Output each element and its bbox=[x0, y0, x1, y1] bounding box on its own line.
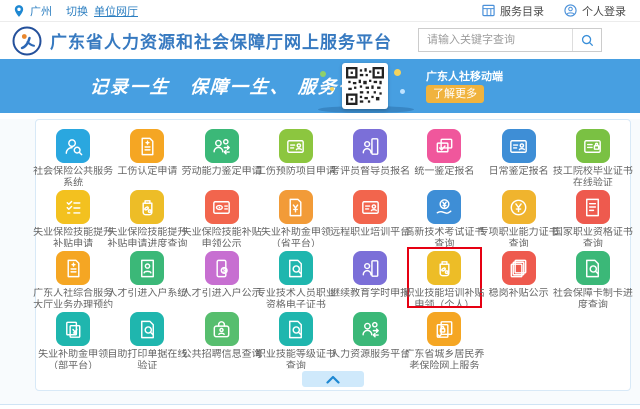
photos-check-icon bbox=[427, 129, 461, 163]
qr-code bbox=[342, 63, 388, 109]
site-header: 广东省人力资源和社会保障厅网上服务平台 bbox=[0, 22, 640, 59]
switch-city-link[interactable]: 切换 bbox=[66, 3, 88, 19]
doc-search-icon bbox=[576, 251, 610, 285]
jar-pills-icon bbox=[427, 251, 461, 285]
yen-circle-icon bbox=[502, 190, 536, 224]
decor-dot bbox=[400, 89, 405, 94]
grid-item[interactable]: 统一鉴定报名 bbox=[407, 125, 481, 186]
banner-slogan: 记录一生 保障一生、 服务一生 bbox=[89, 73, 379, 99]
phone-dollar-icon: $ bbox=[205, 251, 239, 285]
grid-item[interactable]: 失业补助金申领（省平台） bbox=[259, 186, 333, 247]
doc-person-icon bbox=[130, 251, 164, 285]
docs-lock-icon bbox=[427, 312, 461, 346]
grid-item[interactable]: 失业补助金申领（部平台） bbox=[36, 308, 110, 369]
service-grid: 社会保险公共服务系统工伤认定申请劳动能力鉴定申请工伤预防项目申请考评员督导员报名… bbox=[36, 125, 630, 369]
grid-item[interactable]: 失业保险技能提升补贴申请进度查询 bbox=[110, 186, 184, 247]
person-search-icon bbox=[56, 129, 90, 163]
person-door-icon bbox=[353, 129, 387, 163]
grid-item[interactable]: $人才引进入户公示 bbox=[185, 247, 259, 308]
jar-pills-icon bbox=[130, 190, 164, 224]
docs-stack-icon bbox=[502, 251, 536, 285]
grid-item[interactable]: 广东省城乡居民养老保险网上服务 bbox=[407, 308, 481, 369]
grid-item[interactable]: 工伤认定申请 bbox=[110, 125, 184, 186]
grid-item[interactable]: 稳岗补贴公示 bbox=[482, 247, 556, 308]
grid-item[interactable]: 人力资源服务平台 bbox=[333, 308, 407, 369]
id-card-icon bbox=[353, 190, 387, 224]
grid-item[interactable]: 公共招聘信息查询 bbox=[185, 308, 259, 369]
user-circle-icon bbox=[564, 4, 577, 17]
doc-yen-icon bbox=[279, 190, 313, 224]
card-eye-icon bbox=[205, 190, 239, 224]
grid-item[interactable]: 继续教育学时申报 bbox=[333, 247, 407, 308]
grid-item[interactable]: 工伤预防项目申请 bbox=[259, 125, 333, 186]
main-area: 社会保险公共服务系统工伤认定申请劳动能力鉴定申请工伤预防项目申请考评员督导员报名… bbox=[0, 119, 640, 404]
services-panel: 社会保险公共服务系统工伤认定申请劳动能力鉴定申请工伤预防项目申请考评员督导员报名… bbox=[35, 119, 631, 391]
city-label[interactable]: 广州 bbox=[30, 3, 52, 19]
bag-person-icon bbox=[205, 312, 239, 346]
grid-item[interactable]: 职业技能培训补贴申领（个人） bbox=[407, 247, 481, 308]
grid-item-label: 职业技能培训补贴申领（个人） bbox=[400, 288, 488, 306]
location-pin-icon bbox=[14, 5, 24, 17]
service-catalog-link[interactable]: 服务目录 bbox=[500, 3, 544, 19]
checklist-icon bbox=[56, 190, 90, 224]
grid-item[interactable]: 专业技术人员职业资格电子证书 bbox=[259, 247, 333, 308]
hand-yen-icon bbox=[427, 190, 461, 224]
grid-item-label: 国家职业资格证书查询 bbox=[549, 227, 637, 247]
grid-item[interactable]: 社会保险公共服务系统 bbox=[36, 125, 110, 186]
search-box bbox=[418, 28, 602, 52]
docs-yen-icon bbox=[56, 312, 90, 346]
grid-item[interactable]: 专项职业能力证书查询 bbox=[482, 186, 556, 247]
unit-hall-link[interactable]: 单位网厅 bbox=[94, 3, 138, 19]
grid-item[interactable]: 失业保险技能补贴申领公示 bbox=[185, 186, 259, 247]
grid-item[interactable]: 劳动能力鉴定申请 bbox=[185, 125, 259, 186]
collapse-button[interactable] bbox=[302, 371, 364, 387]
decor-dot bbox=[394, 69, 401, 76]
doc-plus-icon bbox=[130, 129, 164, 163]
grid-item[interactable]: 自助打印单据在线验证 bbox=[110, 308, 184, 369]
doc-search-icon bbox=[130, 312, 164, 346]
grid-item[interactable]: 高新技术考试证书查询 bbox=[407, 186, 481, 247]
grid-item-label: 广东省城乡居民养老保险网上服务 bbox=[400, 349, 488, 369]
topbar: 广州 切换 单位网厅 服务目录 个人登录 bbox=[0, 0, 640, 22]
decor-dot bbox=[330, 87, 334, 91]
search-icon bbox=[581, 34, 594, 47]
decor-dot bbox=[320, 71, 326, 77]
doc-plus-icon bbox=[56, 251, 90, 285]
site-logo-icon bbox=[12, 26, 42, 56]
catalog-icon bbox=[482, 4, 495, 17]
grid-item[interactable]: 人才引进入户系统 bbox=[110, 247, 184, 308]
grid-item-label: 社会保障卡制卡进度查询 bbox=[549, 288, 637, 308]
learn-more-button[interactable]: 了解更多 bbox=[426, 85, 484, 103]
grid-item[interactable]: 技工院校毕业证书在线验证 bbox=[556, 125, 630, 186]
grid-item[interactable]: 职业技能等级证书查询 bbox=[259, 308, 333, 369]
card-lock-icon bbox=[576, 129, 610, 163]
grid-item[interactable]: 社会保障卡制卡进度查询 bbox=[556, 247, 630, 308]
people-arrows-icon bbox=[205, 129, 239, 163]
people-arrows-icon bbox=[353, 312, 387, 346]
grid-item[interactable]: 失业保险技能提升补贴申请 bbox=[36, 186, 110, 247]
personal-login-link[interactable]: 个人登录 bbox=[582, 3, 626, 19]
svg-text:$: $ bbox=[223, 267, 227, 274]
grid-item[interactable]: 日常鉴定报名 bbox=[482, 125, 556, 186]
doc-search-icon bbox=[279, 312, 313, 346]
grid-item[interactable]: 国家职业资格证书查询 bbox=[556, 186, 630, 247]
grid-item[interactable]: 广东人社综合服务大厅业务办理预约取号 bbox=[36, 247, 110, 308]
grid-item[interactable]: 考评员督导员报名 bbox=[333, 125, 407, 186]
grid-item[interactable]: 远程职业培训平台 bbox=[333, 186, 407, 247]
mobile-app-label: 广东人社移动端 bbox=[426, 68, 503, 84]
chevron-up-icon bbox=[326, 375, 340, 384]
search-input[interactable] bbox=[419, 29, 572, 51]
doc-list-icon bbox=[576, 190, 610, 224]
person-door-icon bbox=[353, 251, 387, 285]
grid-item-label: 技工院校毕业证书在线验证 bbox=[549, 166, 637, 186]
id-card-icon bbox=[279, 129, 313, 163]
promo-banner: 记录一生 保障一生、 服务一生 广东人社移动端 了解更多 bbox=[0, 59, 640, 113]
search-button[interactable] bbox=[572, 29, 601, 51]
footer-divider bbox=[0, 404, 640, 409]
page-title: 广东省人力资源和社会保障厅网上服务平台 bbox=[50, 28, 392, 53]
id-card-icon bbox=[502, 129, 536, 163]
doc-search-icon bbox=[279, 251, 313, 285]
